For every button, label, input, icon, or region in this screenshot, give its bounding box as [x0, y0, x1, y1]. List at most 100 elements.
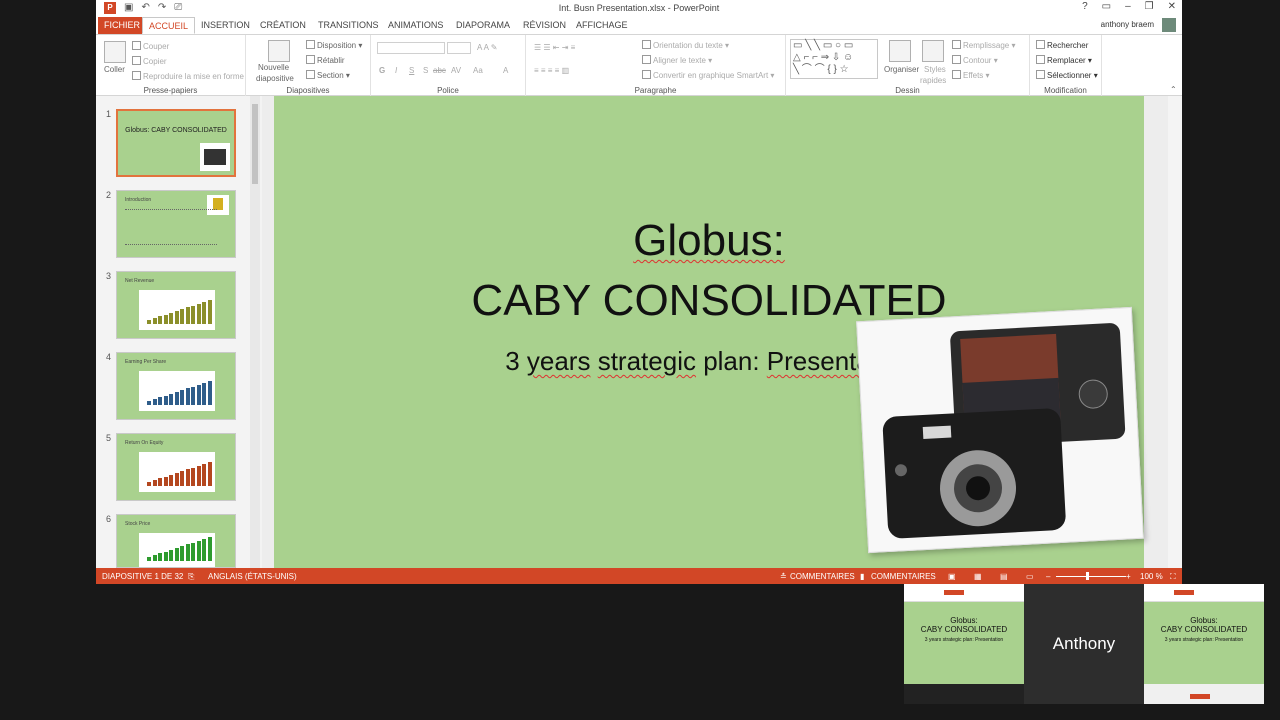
paste-icon[interactable]	[104, 41, 126, 63]
collapse-ribbon-icon[interactable]: ⌃	[1170, 85, 1177, 94]
avatar[interactable]	[1162, 18, 1176, 32]
new-slide-icon[interactable]	[268, 40, 290, 62]
scrollbar-thumb[interactable]	[252, 104, 258, 184]
camera-photo[interactable]	[856, 306, 1144, 554]
notes-button[interactable]: COMMENTAIRES	[790, 572, 855, 581]
zoom-out-icon[interactable]: –	[1046, 572, 1050, 581]
thumb-number: 1	[106, 109, 112, 119]
find-button[interactable]: Rechercher	[1036, 40, 1088, 50]
participant-name-tile[interactable]: Anthony	[1024, 584, 1144, 704]
bullets-icon[interactable]: ☰ ☰ ⇤ ⇥ ≡	[534, 43, 575, 52]
title-globus: Globus:	[633, 216, 785, 265]
layout-button[interactable]: Disposition ▾	[306, 40, 362, 50]
font-name-combo[interactable]	[377, 42, 445, 54]
quick-styles-label2[interactable]: rapides	[920, 76, 946, 85]
help-icon[interactable]: ?	[1082, 1, 1088, 12]
thumbnail-slide-3[interactable]: Net Revenue	[116, 271, 236, 339]
normal-view-icon[interactable]: ▣	[948, 572, 956, 581]
thumbnail-slide-1[interactable]: Globus: CABY CONSOLIDATED	[116, 109, 236, 177]
shape-effects-button[interactable]: Effets ▾	[952, 70, 990, 80]
text-direction-button[interactable]: Orientation du texte ▾	[642, 40, 729, 50]
close-icon[interactable]: ✕	[1168, 1, 1176, 12]
grow-font-icon[interactable]: A A ✎	[477, 43, 498, 52]
bold-button[interactable]: G	[379, 66, 385, 75]
tab-design[interactable]: CRÉATION	[254, 17, 312, 34]
align-text-icon	[642, 55, 651, 64]
reset-button[interactable]: Rétablir	[306, 55, 345, 65]
slide-scrollbar[interactable]	[1168, 96, 1182, 568]
thumbnail-slide-6[interactable]: Stock Price	[116, 514, 236, 568]
thumbnails-scrollbar[interactable]	[250, 96, 260, 568]
shape-outline-button[interactable]: Contour ▾	[952, 55, 998, 65]
shapes-gallery[interactable]: ▭ ╲ ╲ ▭ ○ ▭ △ ⌐ ⌐ ⇒ ⇩ ☺ ╲ ⌒ ⌒ { } ☆	[790, 39, 878, 79]
strikethrough-button[interactable]: abc	[433, 66, 446, 75]
italic-button[interactable]: I	[395, 66, 397, 75]
char-spacing-button[interactable]: AV	[451, 66, 461, 75]
slide-title-line1[interactable]: Globus:	[274, 216, 1144, 266]
quick-styles-label[interactable]: Styles	[924, 65, 946, 74]
font-size-combo[interactable]	[447, 42, 471, 54]
scissors-icon	[132, 41, 141, 50]
thumbnail-slide-5[interactable]: Return On Equity	[116, 433, 236, 501]
new-slide-label2[interactable]: diapositive	[256, 74, 294, 83]
arrange-icon[interactable]	[889, 40, 911, 62]
zoom-slider-thumb[interactable]	[1086, 572, 1089, 580]
mini-chart	[139, 290, 215, 330]
mini-bar	[207, 381, 212, 405]
maximize-icon[interactable]: ❐	[1145, 1, 1154, 12]
effects-label: Effets	[963, 71, 984, 80]
paste-button[interactable]: Coller	[104, 65, 125, 74]
language-indicator[interactable]: ANGLAIS (ÉTATS-UNIS)	[208, 572, 297, 581]
tab-file[interactable]: FICHIER	[98, 17, 146, 34]
slide-canvas[interactable]: Globus: CABY CONSOLIDATED 3 years strate…	[274, 96, 1144, 568]
tab-review[interactable]: RÉVISION	[517, 17, 572, 34]
font-color-button[interactable]: A	[503, 66, 508, 75]
cut-button[interactable]: Couper	[132, 41, 169, 51]
tab-home[interactable]: ACCUEIL	[142, 17, 196, 34]
user-name[interactable]: anthony braem	[1101, 20, 1154, 29]
section-button[interactable]: Section ▾	[306, 70, 350, 80]
align-icons[interactable]: ≡ ≡ ≡ ≡ ▥	[534, 66, 569, 75]
tab-slideshow[interactable]: DIAPORAMA	[450, 17, 516, 34]
arrange-button[interactable]: Organiser	[884, 65, 919, 74]
ribbon-display-icon[interactable]: ▭	[1102, 1, 1111, 12]
minimize-icon[interactable]: –	[1125, 1, 1131, 12]
tab-insert[interactable]: INSERTION	[195, 17, 256, 34]
zoom-slider[interactable]	[1056, 576, 1126, 577]
smartart-button[interactable]: Convertir en graphique SmartArt ▾	[642, 70, 774, 80]
tab-view[interactable]: AFFICHAGE	[570, 17, 634, 34]
participant-thumb-left[interactable]: Globus: CABY CONSOLIDATED 3 years strate…	[904, 584, 1024, 704]
comments-button[interactable]: COMMENTAIRES	[871, 572, 936, 581]
align-text-button[interactable]: Aligner le texte ▾	[642, 55, 712, 65]
comments-icon[interactable]: ▮	[860, 572, 864, 581]
zoom-in-icon[interactable]: +	[1126, 572, 1131, 581]
quick-styles-icon[interactable]	[922, 40, 944, 62]
spellcheck-icon[interactable]: ⎘	[188, 572, 194, 582]
select-button[interactable]: Sélectionner ▾	[1036, 70, 1098, 80]
slideshow-icon[interactable]: ▭	[1026, 572, 1034, 581]
tab-animations[interactable]: ANIMATIONS	[382, 17, 449, 34]
mini-bar	[163, 551, 168, 561]
change-case-button[interactable]: Aa	[473, 66, 483, 75]
paragraph-group: ☰ ☰ ⇤ ⇥ ≡ ≡ ≡ ≡ ≡ ▥ Orientation du texte…	[526, 35, 786, 97]
mini-bar	[191, 386, 195, 405]
participant-thumb-right[interactable]: Globus: CABY CONSOLIDATED 3 years strate…	[1144, 584, 1264, 704]
tab-transitions[interactable]: TRANSITIONS	[312, 17, 385, 34]
format-painter-button[interactable]: Reproduire la mise en forme	[132, 71, 244, 81]
new-slide-label[interactable]: Nouvelle	[258, 63, 289, 72]
shadow-button[interactable]: S	[423, 66, 428, 75]
underline-button[interactable]: S	[409, 66, 414, 75]
copy-button[interactable]: Copier	[132, 56, 167, 66]
notes-icon[interactable]: ≛	[780, 572, 787, 581]
thumbnail-slide-4[interactable]: Earning Per Share	[116, 352, 236, 420]
fit-slide-icon[interactable]: ⛶	[1170, 572, 1176, 582]
reading-view-icon[interactable]: ▤	[1000, 572, 1008, 581]
outline-icon	[952, 55, 961, 64]
slide-sorter-icon[interactable]: ▦	[974, 572, 982, 581]
drawing-group-label: Dessin	[895, 86, 920, 95]
thumbnail-slide-2[interactable]: Introduction	[116, 190, 236, 258]
shape-fill-button[interactable]: Remplissage ▾	[952, 40, 1016, 50]
mini-bar	[191, 542, 195, 561]
zoom-level[interactable]: 100 %	[1140, 572, 1163, 581]
replace-button[interactable]: Remplacer ▾	[1036, 55, 1092, 65]
